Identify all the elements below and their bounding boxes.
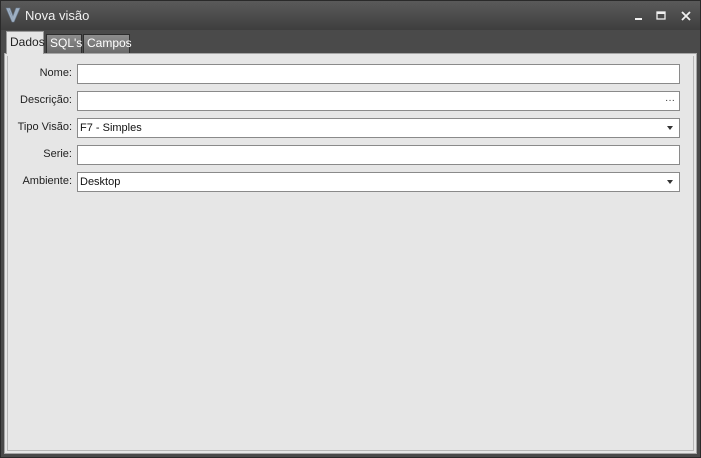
maximize-icon[interactable] <box>653 7 669 23</box>
serie-field[interactable] <box>77 145 680 165</box>
tipo-visao-label: Tipo Visão: <box>17 121 72 133</box>
serie-input[interactable] <box>80 146 679 164</box>
descricao-input[interactable] <box>80 92 660 110</box>
dialog-window: Nova visão Dados SQL's Campos Nome: Desc… <box>0 0 701 458</box>
tab-panel-dados: Nome: Descrição: ··· Tipo Visão: F7 - Si… <box>4 53 697 454</box>
descricao-label: Descrição: <box>20 94 72 106</box>
ellipsis-icon[interactable]: ··· <box>665 92 675 110</box>
form-row-nome: Nome: <box>5 64 698 84</box>
form-row-serie: Serie: <box>5 145 698 165</box>
close-icon[interactable] <box>678 7 694 23</box>
ambiente-label: Ambiente: <box>22 175 72 187</box>
chevron-down-icon[interactable] <box>667 180 673 184</box>
nome-input[interactable] <box>80 65 679 83</box>
descricao-field[interactable]: ··· <box>77 91 680 111</box>
form-row-ambiente: Ambiente: Desktop <box>5 172 698 192</box>
tipo-visao-select[interactable]: F7 - Simples <box>77 118 680 138</box>
minimize-icon[interactable] <box>631 7 647 23</box>
tab-campos[interactable]: Campos <box>83 34 132 53</box>
tab-dados[interactable]: Dados <box>6 31 45 54</box>
app-logo-icon <box>5 7 21 23</box>
form-row-descricao: Descrição: ··· <box>5 91 698 111</box>
ambiente-value: Desktop <box>80 176 121 188</box>
nome-label: Nome: <box>39 67 72 79</box>
serie-label: Serie: <box>43 148 72 160</box>
ambiente-select[interactable]: Desktop <box>77 172 680 192</box>
tab-bar: Dados SQL's Campos <box>4 31 698 54</box>
tab-sqls[interactable]: SQL's <box>46 34 82 53</box>
window-title: Nova visão <box>25 8 90 23</box>
form-row-tipo-visao: Tipo Visão: F7 - Simples <box>5 118 698 138</box>
chevron-down-icon[interactable] <box>667 126 673 130</box>
tipo-visao-value: F7 - Simples <box>80 122 142 134</box>
nome-field[interactable] <box>77 64 680 84</box>
title-bar[interactable]: Nova visão <box>1 1 700 30</box>
